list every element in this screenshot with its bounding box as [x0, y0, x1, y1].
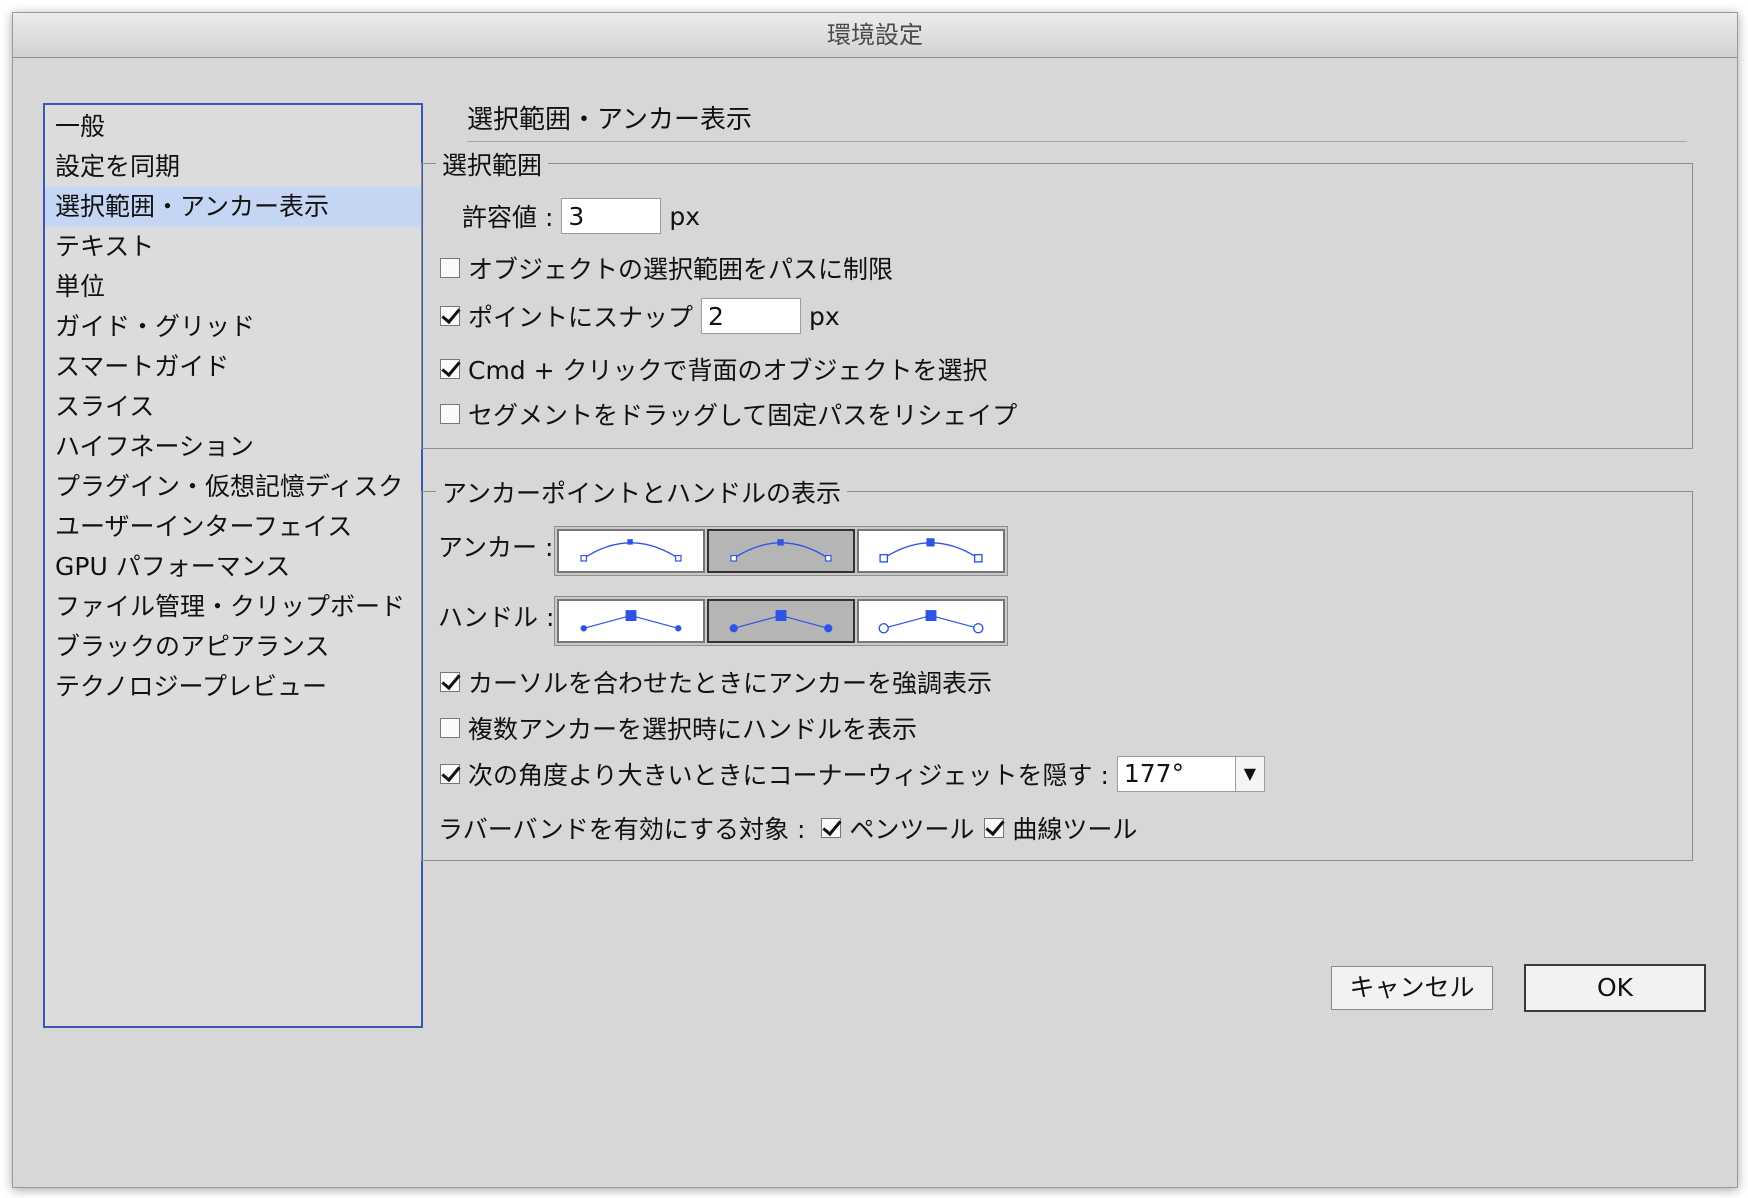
- anchor-style-button[interactable]: [707, 529, 855, 573]
- sidebar: 一般 設定を同期 選択範囲・アンカー表示 テキスト 単位 ガイド・グリッド スマートガイドス…: [43, 103, 423, 1028]
- anchor-group-legend: アンカーポイントとハンドルの表示: [436, 474, 848, 510]
- handle-label: ハンドル :: [438, 603, 555, 632]
- show-handles-checkbox[interactable]: [440, 718, 460, 738]
- snap-label: ポイントにスナップ: [468, 303, 694, 332]
- tolerance-unit: px: [669, 201, 701, 231]
- anchor-label: アンカー :: [438, 533, 554, 562]
- sidebar-item[interactable]: テクノロジープレビュー: [45, 667, 421, 707]
- snap-unit: px: [809, 301, 840, 331]
- sidebar-list: 一般 設定を同期 選択範囲・アンカー表示 テキスト 単位 ガイド・グリッド スマートガイドス…: [45, 107, 421, 707]
- tolerance-label: 許容値 :: [462, 203, 554, 232]
- angle-select[interactable]: 177° ▼: [1116, 756, 1265, 792]
- anchor-large-icon: [879, 538, 983, 563]
- anchor-style-button[interactable]: [557, 529, 705, 573]
- ok-button[interactable]: OK: [1524, 964, 1706, 1012]
- anchor-style-button[interactable]: [857, 529, 1005, 573]
- snap-input[interactable]: 2: [701, 298, 802, 334]
- pen-tool-checkbox[interactable]: [821, 818, 842, 838]
- curvature-tool-checkbox[interactable]: [984, 818, 1005, 838]
- snap-checkbox[interactable]: [440, 306, 460, 326]
- handle-style-button[interactable]: [707, 599, 855, 643]
- cmd-click-label: Cmd + クリックで背面のオブジェクトを選択: [468, 356, 988, 385]
- anchor-style-group: [554, 526, 1008, 576]
- sidebar-item[interactable]: ガイド・グリッド: [45, 307, 421, 347]
- restrict-checkbox[interactable]: [440, 258, 460, 278]
- anchor-small-icon: [580, 539, 682, 562]
- highlight-anchor-label: カーソルを合わせたときにアンカーを強調表示: [468, 669, 993, 698]
- preferences-dialog: 環境設定 一般 設定を同期 選択範囲・アンカー表示 テキスト 単位 ガイド・グリッド スマー…: [12, 12, 1738, 1188]
- reshape-checkbox[interactable]: [440, 404, 460, 424]
- sidebar-item[interactable]: テキスト: [45, 227, 421, 267]
- sidebar-item[interactable]: 一般: [45, 107, 421, 147]
- restrict-label: オブジェクトの選択範囲をパスに制限: [468, 255, 894, 284]
- window-title: 環境設定: [13, 13, 1737, 58]
- tolerance-input[interactable]: 3: [561, 198, 662, 234]
- hide-widget-label: 次の角度より大きいときにコーナーウィジェットを隠す :: [468, 761, 1109, 790]
- cmd-click-checkbox[interactable]: [440, 359, 460, 379]
- handle-hollow-dot-icon: [878, 610, 984, 634]
- page-title: 選択範囲・アンカー表示: [467, 105, 752, 135]
- sidebar-item[interactable]: GPU パフォーマンス: [45, 547, 421, 587]
- handle-style-group: [554, 596, 1008, 646]
- sidebar-item[interactable]: 設定を同期: [45, 147, 421, 187]
- reshape-label: セグメントをドラッグして固定パスをリシェイプ: [468, 401, 1018, 430]
- sidebar-item[interactable]: 選択範囲・アンカー表示: [45, 187, 421, 227]
- sidebar-item[interactable]: スライス: [45, 387, 421, 427]
- selection-group-legend: 選択範囲: [436, 146, 549, 182]
- sidebar-item[interactable]: ハイフネーション: [45, 427, 421, 467]
- curvature-tool-label: 曲線ツール: [1012, 815, 1138, 844]
- show-handles-label: 複数アンカーを選択時にハンドルを表示: [468, 715, 918, 744]
- divider: [467, 141, 1687, 142]
- selection-group: 選択範囲 許容値 : 3 px オブジェクトの選択範囲をパスに制限 ポイントにス…: [421, 146, 1693, 449]
- sidebar-item[interactable]: ファイル管理・クリップボード: [45, 587, 421, 627]
- sidebar-item[interactable]: ブラックのアピアランス: [45, 627, 421, 667]
- angle-select-value: 177°: [1123, 759, 1185, 788]
- handle-style-button[interactable]: [557, 599, 705, 643]
- hide-widget-checkbox[interactable]: [440, 764, 460, 784]
- chevron-down-icon[interactable]: ▼: [1234, 757, 1264, 791]
- handle-large-dot-icon: [729, 610, 833, 633]
- handle-small-dot-icon: [580, 610, 682, 632]
- highlight-anchor-checkbox[interactable]: [440, 672, 460, 692]
- anchor-display-group: アンカーポイントとハンドルの表示 アンカー : ハンドル: カーソルを合わせた…: [421, 474, 1693, 861]
- cancel-button[interactable]: キャンセル: [1331, 966, 1493, 1010]
- pen-tool-label: ペンツール: [849, 815, 975, 844]
- sidebar-item[interactable]: ユーザーインターフェイス: [45, 507, 421, 547]
- rubber-band-label: ラバーバンドを有効にする対象 :: [438, 815, 806, 844]
- sidebar-item[interactable]: 単位: [45, 267, 421, 307]
- sidebar-item[interactable]: プラグイン・仮想記憶ディスク: [45, 467, 421, 507]
- handle-style-button[interactable]: [857, 599, 1005, 643]
- anchor-medium-icon: [730, 539, 832, 562]
- sidebar-item[interactable]: スマートガイド: [45, 347, 421, 387]
